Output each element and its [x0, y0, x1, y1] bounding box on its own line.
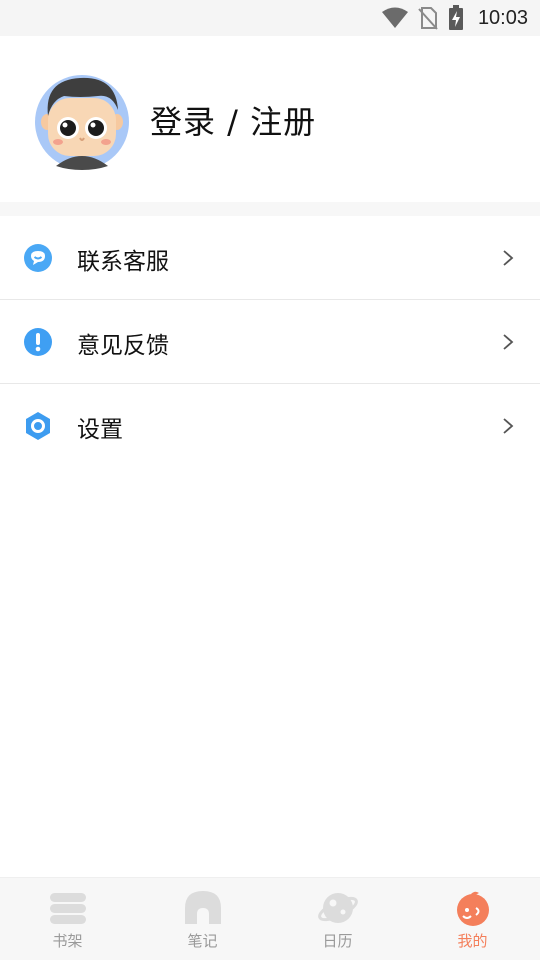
- tab-mine[interactable]: 我的: [405, 878, 540, 960]
- settings-menu: 联系客服 意见反馈 设置: [0, 216, 540, 468]
- tab-calendar[interactable]: 日历: [270, 878, 405, 960]
- note-icon: [184, 891, 221, 924]
- menu-item-label: 设置: [77, 417, 123, 443]
- tab-notes[interactable]: 笔记: [135, 878, 270, 960]
- chevron-right-icon: [503, 334, 514, 350]
- menu-item-label: 意见反馈: [77, 333, 169, 359]
- status-time: 10:03: [477, 6, 528, 29]
- tab-label: 笔记: [187, 932, 218, 950]
- tab-label: 日历: [322, 932, 353, 950]
- gear-hexagon-icon: [26, 412, 50, 440]
- tab-bookshelf[interactable]: 书架: [0, 878, 135, 960]
- wifi-icon: [381, 7, 408, 28]
- tab-label: 我的: [457, 932, 488, 950]
- tab-label: 书架: [52, 932, 83, 950]
- profile-header[interactable]: 登录 / 注册: [0, 36, 540, 202]
- bottom-tab-bar: 书架 笔记 日历 我的: [0, 877, 540, 960]
- menu-item-label: 联系客服: [77, 249, 169, 275]
- cartoon-avatar-icon[interactable]: [34, 70, 130, 170]
- menu-item-customer-service[interactable]: 联系客服: [0, 216, 540, 300]
- profile-face-icon: [456, 891, 489, 926]
- menu-item-feedback[interactable]: 意见反馈: [0, 300, 540, 384]
- status-bar: 10:03: [0, 0, 540, 36]
- section-divider: [0, 202, 540, 216]
- status-icons: 10:03: [381, 0, 528, 36]
- login-register-link[interactable]: 登录 / 注册: [150, 97, 316, 143]
- chevron-right-icon: [503, 418, 514, 434]
- battery-charging-icon: [448, 5, 463, 30]
- no-sim-icon: [418, 7, 438, 30]
- exclamation-icon: [24, 328, 52, 356]
- chevron-right-icon: [503, 250, 514, 266]
- menu-item-settings[interactable]: 设置: [0, 384, 540, 468]
- chat-bubble-icon: [24, 244, 52, 272]
- bookshelf-icon: [49, 893, 86, 924]
- planet-icon: [317, 893, 358, 923]
